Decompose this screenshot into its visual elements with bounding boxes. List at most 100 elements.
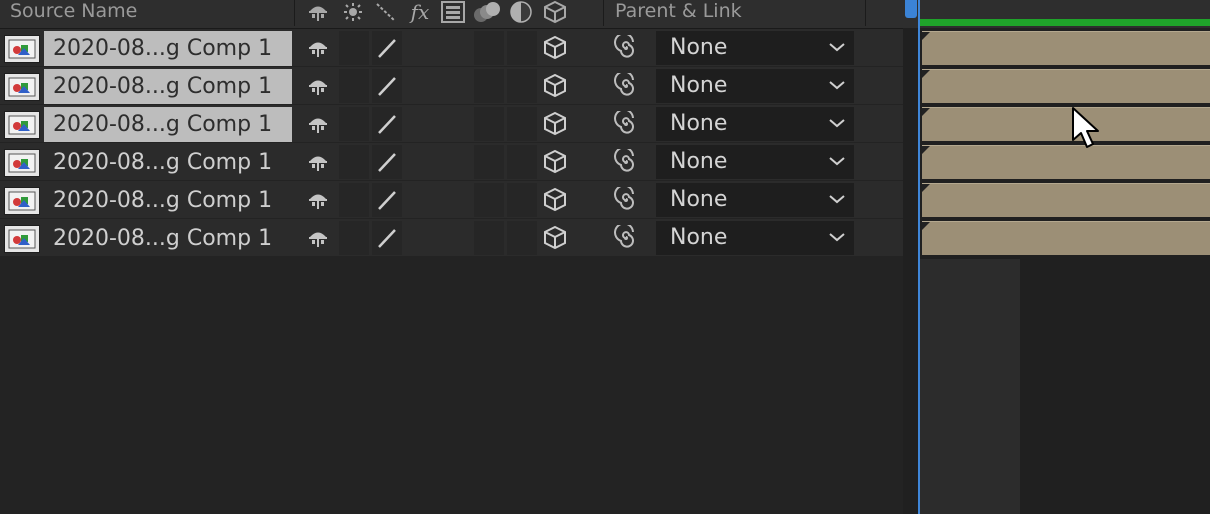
collapse-switch[interactable] — [339, 221, 369, 255]
layer-row[interactable]: 2020-08...g Comp 1 None — [0, 105, 903, 143]
adjustment-switch[interactable] — [507, 183, 537, 217]
adjustment-icon[interactable] — [506, 0, 536, 24]
layer-row[interactable]: 2020-08...g Comp 1 None — [0, 219, 903, 257]
3d-layer-icon[interactable] — [540, 0, 570, 24]
layer-name[interactable]: 2020-08...g Comp 1 — [44, 69, 292, 104]
layer-name[interactable]: 2020-08...g Comp 1 — [44, 31, 292, 66]
pick-whip[interactable] — [608, 69, 644, 103]
layer-duration-bar[interactable] — [922, 145, 1210, 179]
motion-blur-switch[interactable] — [474, 69, 504, 103]
quality-icon — [378, 39, 396, 58]
layer-in-point-marker — [922, 146, 930, 154]
collapse-switch[interactable] — [339, 145, 369, 179]
shy-switch[interactable] — [300, 145, 336, 179]
3d-layer-icon — [544, 187, 566, 212]
layer-name[interactable]: 2020-08...g Comp 1 — [44, 107, 292, 142]
shy-switch[interactable] — [300, 183, 336, 217]
quality-switch[interactable] — [372, 31, 402, 65]
collapse-icon[interactable] — [340, 0, 366, 24]
3d-layer-switch[interactable] — [540, 107, 570, 141]
quality-switch[interactable] — [372, 107, 402, 141]
collapse-switch[interactable] — [339, 31, 369, 65]
3d-layer-switch[interactable] — [540, 69, 570, 103]
layer-duration-bar[interactable] — [922, 31, 1210, 65]
adjustment-switch[interactable] — [507, 69, 537, 103]
quality-switch[interactable] — [372, 183, 402, 217]
3d-layer-switch[interactable] — [540, 145, 570, 179]
layer-row[interactable]: 2020-08...g Comp 1 None — [0, 143, 903, 181]
fx-icon[interactable]: fx — [405, 0, 435, 24]
parent-link-header[interactable]: Parent & Link — [615, 0, 742, 24]
layer-row[interactable]: 2020-08...g Comp 1 None — [0, 29, 903, 67]
3d-layer-switch[interactable] — [540, 31, 570, 65]
adjustment-switch[interactable] — [507, 145, 537, 179]
collapse-switch[interactable] — [339, 69, 369, 103]
source-name-header[interactable]: Source Name — [10, 0, 137, 24]
pick-whip-icon — [614, 35, 634, 58]
timeline-band — [920, 259, 1020, 514]
adjustment-switch[interactable] — [507, 31, 537, 65]
shy-icon[interactable] — [304, 0, 332, 24]
comp-icon — [4, 111, 40, 139]
quality-switch[interactable] — [372, 69, 402, 103]
pick-whip[interactable] — [608, 145, 644, 179]
motion-blur-switch[interactable] — [474, 107, 504, 141]
pick-whip[interactable] — [608, 107, 644, 141]
layer-name[interactable]: 2020-08...g Comp 1 — [44, 221, 292, 256]
layer-row[interactable]: 2020-08...g Comp 1 None — [0, 181, 903, 219]
pick-whip[interactable] — [608, 221, 644, 255]
shy-switch[interactable] — [300, 107, 336, 141]
parent-value: None — [670, 187, 728, 212]
3d-layer-switch[interactable] — [540, 183, 570, 217]
parent-dropdown[interactable]: None — [656, 69, 854, 103]
layer-duration-bar[interactable] — [922, 69, 1210, 103]
collapse-switch[interactable] — [339, 183, 369, 217]
work-area-bar[interactable] — [920, 19, 1210, 26]
timeline-panel[interactable] — [903, 0, 1210, 514]
shy-switch[interactable] — [300, 69, 336, 103]
3d-layer-icon — [544, 111, 566, 136]
current-time-indicator[interactable] — [918, 0, 920, 514]
layer-row[interactable]: 2020-08...g Comp 1 None — [0, 67, 903, 105]
3d-layer-icon — [544, 149, 566, 174]
layer-duration-bar[interactable] — [922, 183, 1210, 217]
parent-value: None — [670, 225, 728, 250]
motion-blur-switch[interactable] — [474, 31, 504, 65]
quality-icon — [378, 153, 396, 172]
layer-duration-bar[interactable] — [922, 107, 1210, 141]
frame-blend-icon[interactable] — [438, 0, 468, 24]
time-ruler[interactable] — [903, 0, 1210, 28]
motion-blur-switch[interactable] — [474, 221, 504, 255]
pick-whip-icon — [614, 225, 634, 248]
shy-icon — [309, 42, 327, 57]
current-time-indicator-head[interactable] — [905, 0, 917, 18]
shy-switch[interactable] — [300, 221, 336, 255]
pick-whip[interactable] — [608, 183, 644, 217]
adjustment-switch[interactable] — [507, 221, 537, 255]
pick-whip[interactable] — [608, 31, 644, 65]
3d-layer-switch[interactable] — [540, 221, 570, 255]
motion-blur-switch[interactable] — [474, 183, 504, 217]
collapse-switch[interactable] — [339, 107, 369, 141]
motion-blur-switch[interactable] — [474, 145, 504, 179]
layer-duration-bar[interactable] — [922, 221, 1210, 255]
adjustment-switch[interactable] — [507, 107, 537, 141]
layer-in-point-marker — [922, 32, 930, 40]
parent-dropdown[interactable]: None — [656, 107, 854, 141]
quality-icon[interactable] — [372, 0, 400, 24]
layer-name[interactable]: 2020-08...g Comp 1 — [44, 183, 292, 218]
shy-icon — [309, 232, 327, 247]
pick-whip-icon — [614, 111, 634, 134]
quality-icon — [378, 229, 396, 248]
quality-switch[interactable] — [372, 221, 402, 255]
motion-blur-icon[interactable] — [471, 0, 503, 24]
parent-dropdown[interactable]: None — [656, 31, 854, 65]
chevron-down-icon — [829, 233, 845, 242]
quality-switch[interactable] — [372, 145, 402, 179]
parent-dropdown[interactable]: None — [656, 221, 854, 255]
chevron-down-icon — [829, 157, 845, 166]
parent-dropdown[interactable]: None — [656, 145, 854, 179]
parent-dropdown[interactable]: None — [656, 183, 854, 217]
layer-name[interactable]: 2020-08...g Comp 1 — [44, 145, 292, 180]
shy-switch[interactable] — [300, 31, 336, 65]
